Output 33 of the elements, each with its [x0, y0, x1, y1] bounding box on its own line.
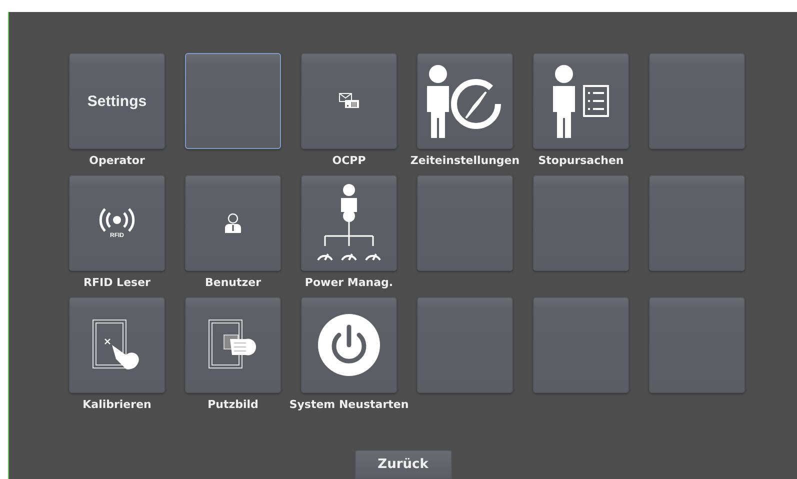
empty-tile[interactable] — [649, 53, 745, 149]
tile-label: Kalibrieren — [82, 398, 152, 411]
empty-tile[interactable] — [417, 175, 513, 271]
menu-tile[interactable] — [69, 297, 165, 393]
empty-tile[interactable] — [649, 175, 745, 271]
empty-tile[interactable] — [185, 53, 281, 149]
back-button[interactable]: Zurück — [354, 450, 452, 479]
tile-label: Stopursachen — [538, 154, 624, 167]
menu-tile[interactable] — [417, 53, 513, 149]
empty-tile[interactable] — [533, 297, 629, 393]
empty-tile[interactable] — [417, 297, 513, 393]
touch-screen-icon — [92, 319, 142, 371]
menu-tile[interactable] — [301, 297, 397, 393]
empty-tile[interactable] — [649, 297, 745, 393]
menu-tile[interactable] — [301, 175, 397, 271]
tile-label: Benutzer — [204, 276, 262, 289]
tile-label: System Neustarten — [289, 398, 409, 411]
tile-label: OCPP — [332, 154, 366, 167]
user-icon — [224, 213, 242, 233]
tile-label: Power Manag. — [304, 276, 394, 289]
power-icon — [317, 313, 381, 377]
menu-tile[interactable] — [533, 53, 629, 149]
menu-tile[interactable] — [301, 53, 397, 149]
menu-tile[interactable] — [185, 175, 281, 271]
cleaning-screen-icon — [208, 319, 258, 371]
tile-label: Operator — [89, 154, 145, 167]
tile-label: Putzbild — [208, 398, 258, 411]
tile-label: Zeiteinstellungen — [410, 154, 520, 167]
menu-tile[interactable]: Settings — [69, 53, 165, 149]
menu-tile[interactable] — [185, 297, 281, 393]
tile-label: RFID Leser — [84, 276, 150, 289]
empty-tile[interactable] — [533, 175, 629, 271]
envelope-card-icon — [339, 93, 359, 109]
